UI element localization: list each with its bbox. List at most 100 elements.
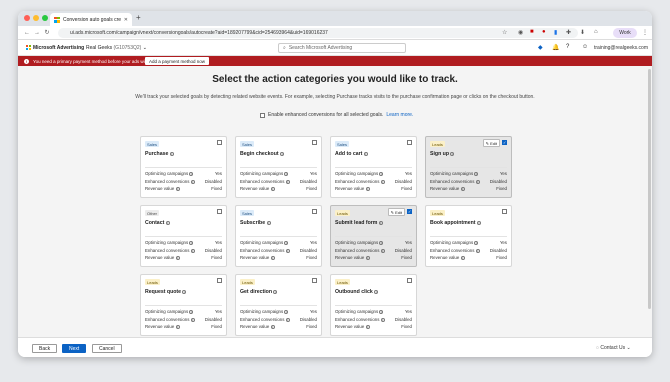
info-icon[interactable]: i [284,172,289,177]
edit-button[interactable]: ✎ Edit [387,208,405,216]
goal-card[interactable]: Leads ✎ Edit ✓ Sign up i Optimizing campaign… [425,136,512,198]
info-icon[interactable]: i [285,179,290,184]
goal-checkbox[interactable] [312,140,317,145]
next-button[interactable]: Next [62,344,87,353]
info-icon[interactable]: i [460,256,465,261]
notifications-bell-icon[interactable]: 🔔 [552,44,559,51]
goal-checkbox[interactable] [312,209,317,214]
goal-checkbox[interactable] [502,209,507,214]
info-icon[interactable]: i [379,241,384,246]
help-icon[interactable]: ? [566,44,569,50]
work-profile-button[interactable]: Work [613,28,637,38]
back-arrow-icon[interactable]: ← [22,30,32,36]
info-icon[interactable]: i [477,220,481,225]
goal-card[interactable]: Other Contact i Optimizing campaigns i Yes E… [140,205,227,267]
info-icon[interactable]: i [190,179,195,184]
goal-checkbox[interactable] [217,209,222,214]
info-icon[interactable]: i [280,151,285,156]
bookmark-star-icon[interactable]: ☆ [502,29,507,36]
info-icon[interactable]: i [378,220,383,225]
enhanced-conversions-checkbox[interactable] [260,112,265,118]
info-icon[interactable]: i [175,256,180,261]
maximize-window-button[interactable] [42,15,48,21]
info-icon[interactable]: i [380,179,385,184]
info-icon[interactable]: i [270,325,275,330]
extension-icon[interactable]: ▮ [554,29,557,36]
edit-button[interactable]: ✎ Edit [482,139,500,147]
user-icon[interactable]: ☺ [582,44,588,50]
info-icon[interactable]: i [165,220,170,225]
info-icon[interactable]: i [460,187,465,192]
add-payment-button[interactable]: Add a payment method now [145,57,210,65]
info-icon[interactable]: i [284,241,289,246]
info-icon[interactable]: i [190,317,195,322]
back-button[interactable]: Back [32,344,58,353]
info-icon[interactable]: i [450,151,455,156]
info-icon[interactable]: i [379,310,384,315]
goal-card[interactable]: Leads Outbound click i Optimizing campaign… [330,274,417,336]
goal-checkbox[interactable] [407,278,412,283]
info-icon[interactable]: i [175,325,180,330]
new-tab-icon[interactable]: + [136,13,141,22]
goal-checkbox[interactable]: ✓ [502,140,507,145]
learn-more-link[interactable]: Learn more. [386,112,413,118]
downloads-icon[interactable]: ⬇ [580,29,585,36]
extension-icon[interactable]: ● [542,29,546,35]
info-icon[interactable]: i [365,325,370,330]
goal-checkbox[interactable] [407,140,412,145]
close-tab-icon[interactable]: ✕ [124,17,128,23]
info-icon[interactable]: i [379,172,384,177]
goal-card[interactable]: Leads ✎ Edit ✓ Submit lead form i Optimizing… [330,205,417,267]
info-icon[interactable]: i [270,187,275,192]
forward-arrow-icon[interactable]: → [32,30,42,36]
goal-card[interactable]: Leads Request quote i Optimizing campaigns… [140,274,227,336]
info-icon[interactable]: i [285,317,290,322]
info-icon[interactable]: i [475,179,480,184]
info-icon[interactable]: i [363,151,368,156]
info-icon[interactable]: i [474,241,479,246]
info-icon[interactable]: i [182,289,187,294]
info-icon[interactable]: i [266,220,271,225]
info-icon[interactable]: i [285,248,290,253]
copilot-icon[interactable]: ◆ [538,44,543,51]
info-icon[interactable]: i [284,310,289,315]
goal-checkbox[interactable] [312,278,317,283]
reload-icon[interactable]: ↻ [42,29,52,36]
info-icon[interactable]: i [270,256,275,261]
goal-card[interactable]: Leads Get direction i Optimizing campaigns… [235,274,322,336]
close-window-button[interactable] [24,15,30,21]
minimize-window-button[interactable] [33,15,39,21]
info-icon[interactable]: i [169,151,174,156]
goal-card[interactable]: Sales Subscribe i Optimizing campaigns i Ye… [235,205,322,267]
goal-card[interactable]: Sales Add to cart i Optimizing campaigns i… [330,136,417,198]
info-icon[interactable]: i [189,241,194,246]
info-icon[interactable]: i [190,248,195,253]
goal-checkbox[interactable]: ✓ [407,209,412,214]
browser-tab[interactable]: Conversion auto goals creati... ✕ [50,13,132,26]
info-icon[interactable]: i [189,310,194,315]
contact-us-link[interactable]: ◌ Contact Us ⌄ [596,345,631,351]
search-input[interactable]: ⌕ Search Microsoft Advertising [278,43,406,53]
goal-checkbox[interactable] [217,278,222,283]
info-icon[interactable]: i [475,248,480,253]
goal-card[interactable]: Leads Book appointment i Optimizing campai… [425,205,512,267]
user-email[interactable]: training@realgeeks.com [594,45,648,51]
info-icon[interactable]: i [374,289,379,294]
scrollbar[interactable] [648,69,651,309]
goal-checkbox[interactable] [217,140,222,145]
url-field[interactable]: ui.ads.microsoft.com/campaign/vnext/conv… [58,28,578,38]
brand-name[interactable]: Microsoft Advertising [33,45,84,51]
info-icon[interactable]: i [380,317,385,322]
info-icon[interactable]: i [365,187,370,192]
account-selector[interactable]: Real Geeks (G10753Q2) ⌄ [86,45,147,51]
info-icon[interactable]: i [365,256,370,261]
cancel-button[interactable]: Cancel [92,344,122,353]
info-icon[interactable]: i [380,248,385,253]
more-menu-icon[interactable]: ⋮ [642,29,648,36]
profile-icon[interactable]: ⌂ [594,29,598,35]
info-icon[interactable]: i [175,187,180,192]
extensions-puzzle-icon[interactable]: ✚ [566,29,571,36]
goal-card[interactable]: Sales Begin checkout i Optimizing campaign… [235,136,322,198]
extension-icon[interactable]: ■ [530,29,534,35]
goal-card[interactable]: Sales Purchase i Optimizing campaigns i Yes… [140,136,227,198]
